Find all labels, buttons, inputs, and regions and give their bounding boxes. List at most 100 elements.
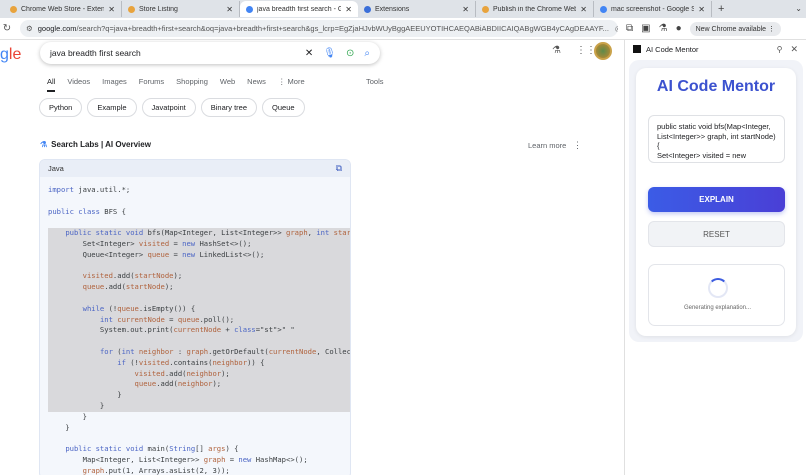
refinement-chip[interactable]: Queue [262, 98, 305, 117]
tab-close-icon[interactable]: ✕ [698, 5, 705, 14]
search-tab[interactable]: Videos [67, 77, 90, 92]
code-line: } [48, 401, 350, 412]
search-tab[interactable]: News [247, 77, 266, 92]
tab-close-icon[interactable]: ✕ [580, 5, 587, 14]
tab[interactable]: java breadth first search - Go✕ [240, 1, 358, 17]
code-line: Set<Integer> visited = new HashSet<>(); [48, 239, 350, 250]
tools-button[interactable]: Tools [366, 77, 384, 86]
code-text [48, 336, 350, 347]
side-panel: AI Code Mentor ⚲ ✕ AI Code Mentor public… [624, 40, 806, 475]
code-line: } [48, 423, 350, 434]
code-line [48, 336, 350, 347]
close-icon[interactable]: ✕ [790, 44, 798, 55]
address-bar[interactable]: ⚙ google.com /search?q=java+breadth+firs… [20, 20, 618, 37]
code-line: import java.util.*; [48, 185, 350, 196]
address-path: /search?q=java+breadth+first+search&oq=j… [77, 24, 609, 33]
tab[interactable]: Chrome Web Store - Extensio✕ [4, 1, 122, 17]
search-box[interactable]: java breadth first search ✕ 🎙 ⊙ ⌕ [40, 42, 380, 64]
reload-icon[interactable]: ↻ [0, 23, 14, 34]
more-options-icon[interactable]: ⋮ [573, 140, 582, 151]
search-tab[interactable]: All [47, 77, 55, 92]
code-line: for (int neighbor : graph.getOrDefault(c… [48, 347, 350, 358]
explain-button[interactable]: EXPLAIN [648, 187, 785, 212]
search-icon[interactable]: ⌕ [364, 48, 370, 59]
site-info-icon[interactable]: ⚙ [26, 24, 33, 33]
learn-more-link[interactable]: Learn more [528, 141, 566, 150]
code-line: queue.add(neighbor); [48, 379, 350, 390]
eye-off-icon[interactable]: ◎ [609, 24, 618, 33]
code-text [48, 293, 350, 304]
code-input[interactable]: public static void bfs(Map<Integer, List… [648, 115, 785, 163]
code-text: int currentNode = queue.poll(); [48, 315, 350, 326]
tab[interactable]: Extensions ✕ [358, 1, 476, 17]
code-text: while (!queue.isEmpty()) { [48, 304, 350, 315]
logo-part: le [9, 46, 21, 63]
code-text: Queue<Integer> queue = new LinkedList<>(… [48, 250, 350, 261]
ai-overview-header: ⚗Search Labs | AI Overview [40, 140, 580, 149]
pin-icon[interactable]: ⚲ [777, 45, 783, 54]
code-line: public class BFS { [48, 207, 350, 218]
refinement-chip[interactable]: Javatpoint [142, 98, 196, 117]
code-line: public static void bfs(Map<Integer, List… [48, 228, 350, 239]
tab[interactable]: Store Listing ✕ [122, 1, 240, 17]
code-text: queue.add(neighbor); [48, 379, 350, 390]
code-line: Map<Integer, List<Integer>> graph = new … [48, 455, 350, 466]
code-text: System.out.print(currentNode + class="st… [48, 325, 350, 336]
search-tab[interactable]: Shopping [176, 77, 208, 92]
clear-icon[interactable]: ✕ [305, 48, 313, 59]
lens-icon[interactable]: ⊙ [346, 48, 354, 59]
search-tab[interactable]: Images [102, 77, 127, 92]
tab-close-icon[interactable]: ✕ [462, 5, 469, 14]
mentor-card: AI Code Mentor public static void bfs(Ma… [636, 68, 796, 336]
tab-title: Extensions [375, 6, 458, 13]
search-tab[interactable]: ⋮ More [278, 77, 305, 92]
address-domain: google.com [38, 24, 77, 33]
labs-flask-icon[interactable]: ⚗ [552, 45, 561, 56]
code-header: Java⧉ [40, 160, 350, 177]
tab-favicon-icon [600, 6, 607, 13]
extensions-icon[interactable]: ⧉ [626, 23, 633, 34]
google-results-page: gle java breadth first search ✕ 🎙 ⊙ ⌕ ⚗ … [0, 40, 624, 475]
code-text [48, 433, 52, 442]
refinement-chip[interactable]: Example [87, 98, 136, 117]
code-line: } [48, 412, 350, 423]
code-text: visited.add(startNode); [48, 271, 350, 282]
side-panel-icon[interactable]: ▣ [641, 23, 650, 34]
search-nav-tabs: All Videos Images Forums Shopping Web News ⋮ Mo… [47, 77, 305, 92]
tab-bar: Chrome Web Store - Extensio✕Store Listin… [0, 0, 806, 18]
code-line: queue.add(startNode); [48, 282, 350, 293]
account-avatar[interactable] [594, 42, 612, 60]
tab-favicon-icon [482, 6, 489, 13]
copy-icon[interactable]: ⧉ [336, 163, 342, 174]
tab-close-icon[interactable]: ✕ [345, 5, 352, 14]
refinement-chip[interactable]: Binary tree [201, 98, 257, 117]
code-text: Map<Integer, List<Integer>> graph = new … [48, 455, 308, 464]
new-chrome-available-button[interactable]: New Chrome available ⋮ [690, 22, 781, 36]
extension-logo-icon [633, 45, 641, 53]
reset-button[interactable]: RESET [648, 221, 785, 247]
tab[interactable]: Publish in the Chrome Web St✕ [476, 1, 594, 17]
code-text: Set<Integer> visited = new HashSet<>(); [48, 239, 350, 250]
code-line: Queue<Integer> queue = new LinkedList<>(… [48, 250, 350, 261]
code-text: } [48, 423, 70, 432]
new-tab-button[interactable]: + [718, 3, 724, 15]
search-labs-icon: ⚗ [40, 140, 47, 149]
refinement-chip[interactable]: Python [39, 98, 82, 117]
labs-icon[interactable]: ⚗ [659, 23, 668, 34]
google-logo[interactable]: gle [0, 46, 21, 64]
code-line [48, 196, 350, 207]
tab-title: Store Listing [139, 6, 222, 13]
voice-search-icon[interactable]: 🎙 [323, 48, 336, 59]
code-text [48, 261, 350, 272]
tab-close-icon[interactable]: ✕ [226, 5, 233, 14]
code-content: import java.util.*; public class BFS { p… [40, 177, 350, 475]
tab[interactable]: mac screenshot - Google Sea✕ [594, 1, 712, 17]
profile-avatar[interactable]: ● [676, 23, 682, 34]
apps-grid-icon[interactable]: ⋮⋮ [576, 45, 596, 56]
code-line: System.out.print(currentNode + class="st… [48, 325, 350, 336]
search-tab[interactable]: Web [220, 77, 235, 92]
tab-search-icon[interactable]: ⌄ [795, 4, 802, 13]
search-input[interactable]: java breadth first search [50, 48, 295, 58]
search-tab[interactable]: Forums [139, 77, 164, 92]
tab-close-icon[interactable]: ✕ [108, 5, 115, 14]
